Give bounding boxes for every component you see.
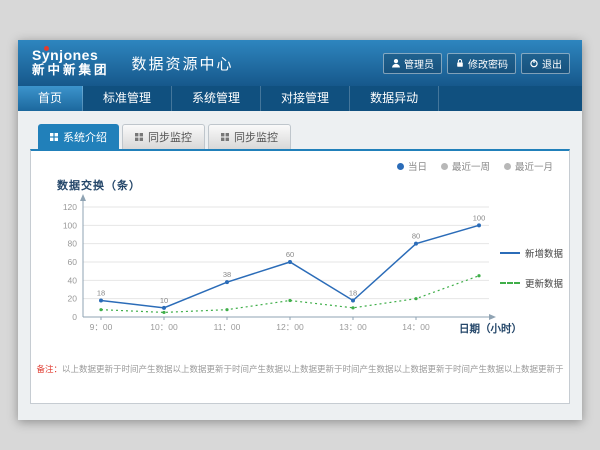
power-icon [529, 58, 539, 68]
grid-icon [221, 133, 229, 141]
logo-text: Synjones [32, 47, 98, 63]
page-title: 数据资源中心 [132, 53, 234, 74]
legend-item-last-month[interactable]: 最近一月 [504, 159, 553, 173]
nav-item-integration-mgmt[interactable]: 对接管理 [261, 86, 350, 111]
lock-icon [455, 58, 465, 68]
svg-text:100: 100 [63, 220, 77, 230]
svg-text:10: 10 [160, 296, 168, 305]
chart-panel: 当日 最近一周 最近一月 数据交换（条） 0204060801001209：00… [30, 149, 570, 404]
header-actions: 管理员 修改密码 退出 [383, 53, 570, 74]
svg-text:11：00: 11：00 [214, 322, 241, 332]
tab-sync-monitor-2[interactable]: 同步监控 [208, 124, 291, 149]
line-sample-icon [500, 252, 520, 254]
svg-text:120: 120 [63, 202, 77, 212]
line-sample-icon [500, 282, 520, 284]
legend-item-last-week[interactable]: 最近一周 [441, 159, 490, 173]
svg-text:0: 0 [72, 312, 77, 322]
grid-icon [135, 133, 143, 141]
line-chart: 0 20 40 60 80 100 120 9：00 10：00 11：00 12：00 13：00 1… [43, 191, 508, 343]
logo-subtext: 新中新集团 [32, 63, 110, 78]
app-header: Synjones 新中新集团 数据资源中心 管理员 修改密码 [18, 40, 582, 86]
app-window: Synjones 新中新集团 数据资源中心 管理员 修改密码 [18, 40, 582, 420]
footnote: 备注：以上数据更新于时间产生数据以上数据更新于时间产生数据以上数据更新于时间产生… [31, 363, 569, 375]
dot-icon [397, 163, 404, 170]
svg-text:60: 60 [68, 257, 78, 267]
admin-user-button[interactable]: 管理员 [383, 53, 442, 74]
svg-text:18: 18 [97, 289, 105, 298]
legend-item-updated-data[interactable]: 更新数据 [500, 276, 563, 290]
svg-text:18: 18 [349, 289, 357, 298]
svg-text:80: 80 [412, 232, 420, 241]
nav-item-system-mgmt[interactable]: 系统管理 [172, 86, 261, 111]
svg-text:40: 40 [68, 275, 78, 285]
footnote-prefix: 备注： [36, 364, 62, 374]
chart-top-legend: 当日 最近一周 最近一月 [397, 159, 553, 173]
svg-text:100: 100 [473, 213, 486, 222]
grid-icon [50, 133, 58, 141]
svg-text:10：00: 10：00 [150, 322, 178, 332]
legend-item-new-data[interactable]: 新增数据 [500, 246, 563, 260]
tab-system-intro[interactable]: 系统介绍 [38, 124, 119, 149]
nav-item-standard-mgmt[interactable]: 标准管理 [83, 86, 172, 111]
legend-item-today[interactable]: 当日 [397, 159, 427, 173]
change-password-button[interactable]: 修改密码 [447, 53, 516, 74]
content-area: 系统介绍 同步监控 同步监控 [18, 111, 582, 420]
tab-sync-monitor-1[interactable]: 同步监控 [122, 124, 205, 149]
svg-text:13：00: 13：00 [339, 322, 367, 332]
svg-text:60: 60 [286, 250, 294, 259]
svg-text:80: 80 [68, 239, 78, 249]
tab-bar: 系统介绍 同步监控 同步监控 [30, 124, 570, 149]
dot-icon [504, 163, 511, 170]
footnote-text: 以上数据更新于时间产生数据以上数据更新于时间产生数据以上数据更新于时间产生数据以… [62, 364, 564, 374]
svg-text:20: 20 [68, 294, 78, 304]
user-icon [391, 58, 401, 68]
svg-text:38: 38 [223, 270, 231, 279]
nav-item-home[interactable]: 首页 [18, 86, 83, 111]
x-axis-title: 日期（小时） [459, 321, 522, 336]
svg-text:9：00: 9：00 [90, 322, 113, 332]
svg-text:14：00: 14：00 [402, 322, 430, 332]
logo-accent-dot [44, 46, 49, 51]
svg-text:12：00: 12：00 [276, 322, 304, 332]
brand-logo: Synjones 新中新集团 [32, 48, 110, 78]
chart-series-legend: 新增数据 更新数据 [500, 246, 563, 290]
dot-icon [441, 163, 448, 170]
nav-item-data-change[interactable]: 数据异动 [350, 86, 439, 111]
main-nav: 首页 标准管理 系统管理 对接管理 数据异动 [18, 86, 582, 111]
logout-button[interactable]: 退出 [521, 53, 570, 74]
desktop-background: Synjones 新中新集团 数据资源中心 管理员 修改密码 [0, 0, 600, 450]
